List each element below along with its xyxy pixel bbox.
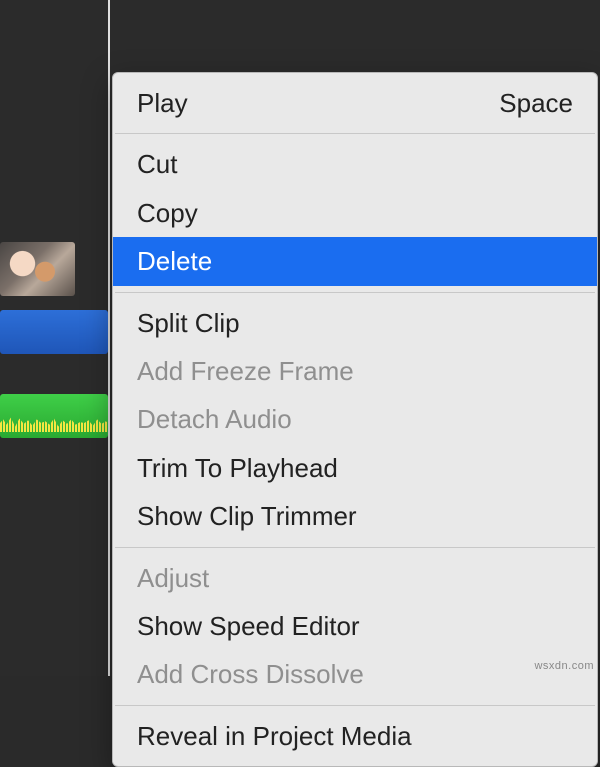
playhead[interactable] (108, 0, 110, 676)
menu-item-detach-audio: Detach Audio (113, 395, 597, 443)
menu-item-label: Delete (137, 243, 212, 279)
menu-item-delete[interactable]: Delete (113, 237, 597, 285)
menu-item-split-clip[interactable]: Split Clip (113, 299, 597, 347)
menu-item-add-cross-dissolve: Add Cross Dissolve (113, 650, 597, 698)
menu-item-adjust: Adjust (113, 554, 597, 602)
menu-item-add-freeze-frame: Add Freeze Frame (113, 347, 597, 395)
menu-item-label: Cut (137, 146, 177, 182)
menu-item-label: Show Speed Editor (137, 608, 360, 644)
menu-item-label: Trim To Playhead (137, 450, 338, 486)
menu-item-label: Detach Audio (137, 401, 292, 437)
menu-item-label: Reveal in Project Media (137, 718, 412, 754)
title-clip[interactable] (0, 310, 108, 354)
menu-item-label: Add Cross Dissolve (137, 656, 364, 692)
menu-item-show-speed-editor[interactable]: Show Speed Editor (113, 602, 597, 650)
menu-separator (115, 547, 595, 548)
menu-item-label: Add Freeze Frame (137, 353, 354, 389)
menu-separator (115, 705, 595, 706)
menu-item-reveal-in-project-media[interactable]: Reveal in Project Media (113, 712, 597, 760)
audio-clip[interactable] (0, 394, 108, 438)
menu-item-label: Play (137, 85, 188, 121)
menu-item-label: Show Clip Trimmer (137, 498, 357, 534)
context-menu: Play Space Cut Copy Delete Split Clip Ad… (112, 72, 598, 767)
menu-item-cut[interactable]: Cut (113, 140, 597, 188)
menu-item-show-clip-trimmer[interactable]: Show Clip Trimmer (113, 492, 597, 540)
menu-item-play[interactable]: Play Space (113, 79, 597, 127)
watermark: wsxdn.com (534, 660, 594, 672)
clip-thumbnail (0, 242, 75, 296)
menu-separator (115, 292, 595, 293)
audio-waveform (0, 414, 108, 432)
menu-item-label: Copy (137, 195, 198, 231)
menu-item-trim-to-playhead[interactable]: Trim To Playhead (113, 444, 597, 492)
menu-item-label: Split Clip (137, 305, 240, 341)
menu-item-shortcut: Space (499, 85, 573, 121)
menu-item-copy[interactable]: Copy (113, 189, 597, 237)
video-clip[interactable] (0, 242, 75, 296)
menu-separator (115, 133, 595, 134)
menu-item-label: Adjust (137, 560, 209, 596)
